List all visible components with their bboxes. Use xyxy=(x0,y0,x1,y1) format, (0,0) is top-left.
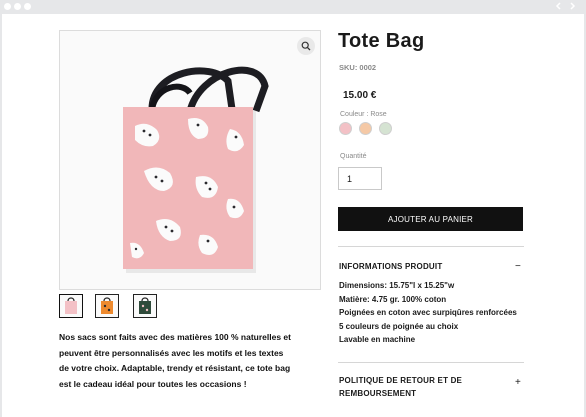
quantity-label: Quantité xyxy=(340,153,367,160)
window-dot-close[interactable] xyxy=(4,3,11,10)
collapse-icon[interactable]: − xyxy=(515,262,521,272)
product-title: Tote Bag xyxy=(338,30,425,52)
magnifier-icon xyxy=(301,41,311,51)
browser-chrome xyxy=(0,0,586,14)
swatch-peach[interactable] xyxy=(359,122,372,135)
color-label: Couleur : Rose xyxy=(340,111,387,118)
swatch-rose[interactable] xyxy=(339,122,352,135)
info-line: Poignées en coton avec surpiqûres renfor… xyxy=(339,308,517,317)
info-line: Dimensions: 15.75"l x 15.25"w xyxy=(339,281,455,290)
product-sku: SKU: 0002 xyxy=(339,63,377,72)
product-description: Nos sacs sont faits avec des matières 10… xyxy=(59,332,291,389)
window-dot-minimize[interactable] xyxy=(14,3,21,10)
product-image[interactable] xyxy=(59,30,321,290)
thumbnail-orange[interactable] xyxy=(95,294,119,318)
divider xyxy=(338,246,524,247)
info-section-title[interactable]: INFORMATIONS PRODUIT xyxy=(339,260,442,273)
divider xyxy=(338,362,524,363)
tote-bag-image xyxy=(60,31,320,289)
product-info-list: Dimensions: 15.75"l x 15.25"w Matière: 4… xyxy=(339,279,529,347)
tote-thumbnail-icon xyxy=(60,295,82,317)
thumbnail-green[interactable] xyxy=(133,294,157,318)
info-line: Lavable en machine xyxy=(339,335,416,344)
tote-thumbnail-icon xyxy=(134,295,156,317)
thumbnail-pink[interactable] xyxy=(59,294,83,318)
chevron-right-icon[interactable] xyxy=(567,1,577,11)
zoom-button[interactable] xyxy=(297,37,315,55)
window-dot-maximize[interactable] xyxy=(24,3,31,10)
chevron-left-icon[interactable] xyxy=(554,1,564,11)
product-page: Nos sacs sont faits avec des matières 10… xyxy=(2,14,584,417)
tote-thumbnail-icon xyxy=(96,295,118,317)
expand-icon[interactable]: + xyxy=(515,378,521,388)
quantity-input[interactable]: 1 xyxy=(338,167,382,190)
add-to-cart-button[interactable]: AJOUTER AU PANIER xyxy=(338,207,523,231)
info-line: Matière: 4.75 gr. 100% coton xyxy=(339,294,447,304)
swatch-mint[interactable] xyxy=(379,122,392,135)
product-price: 15.00 € xyxy=(343,90,377,101)
return-section-title[interactable]: POLITIQUE DE RETOUR ET DE REMBOURSEMENT xyxy=(339,374,489,400)
info-line: 5 couleurs de poignée au choix xyxy=(339,321,459,331)
